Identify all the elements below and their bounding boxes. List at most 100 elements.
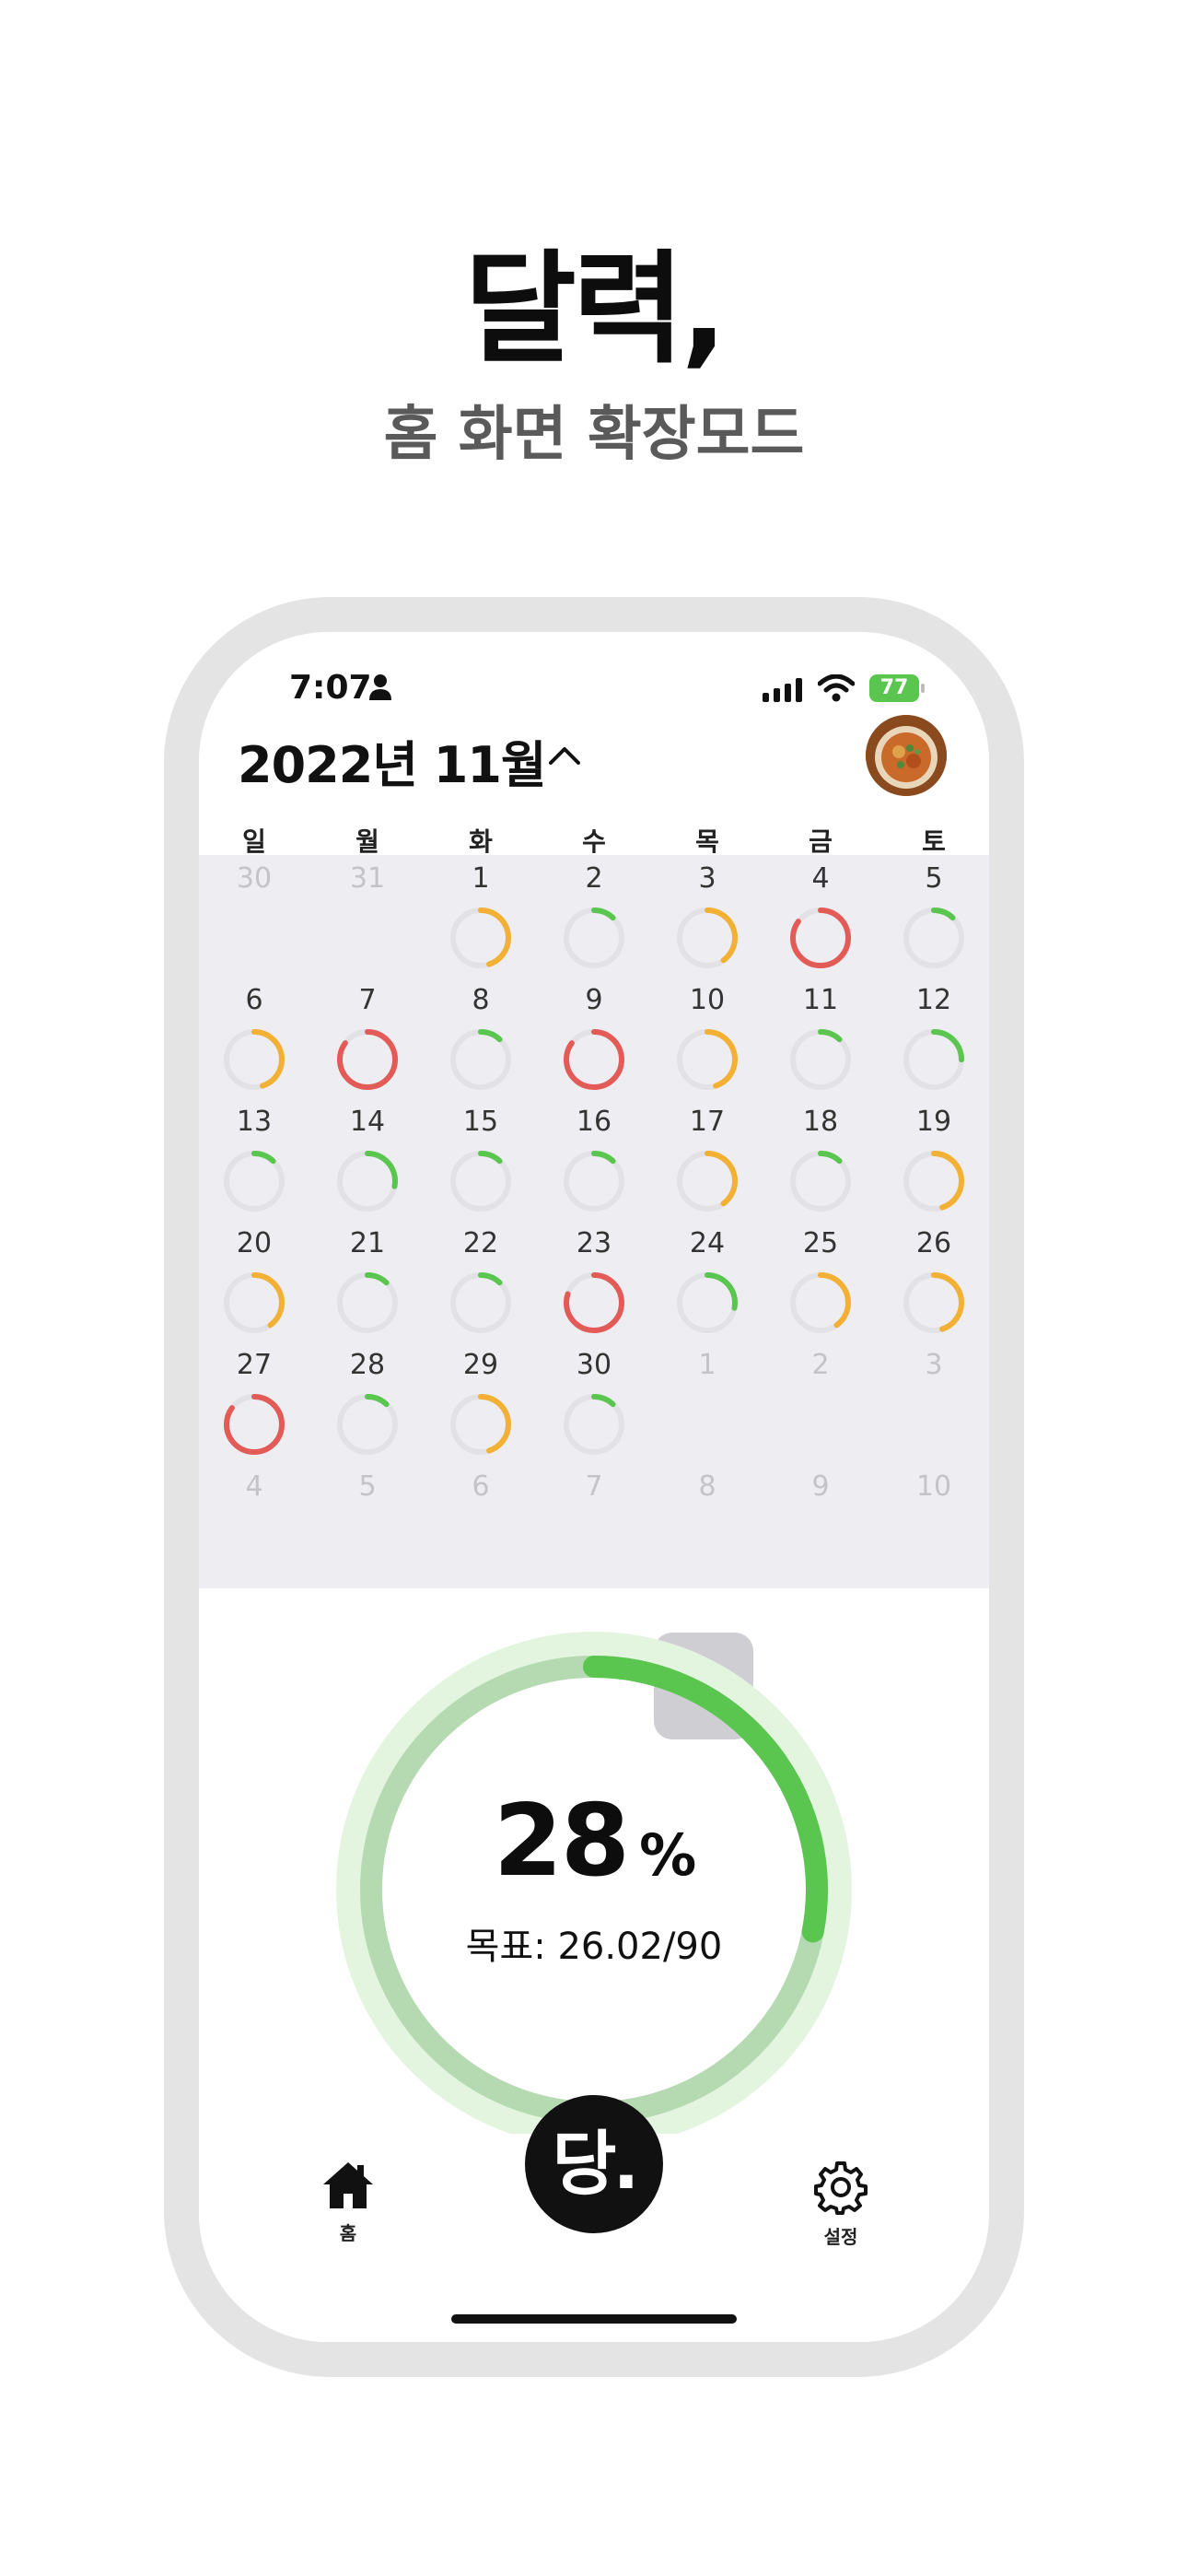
day-number: 8 bbox=[698, 1470, 716, 1503]
calendar-day[interactable]: 25 bbox=[765, 1227, 876, 1347]
calendar-day: 7 bbox=[539, 1470, 649, 1590]
weekday-label: 화 bbox=[469, 826, 493, 857]
day-number: 30 bbox=[236, 862, 273, 895]
calendar-day[interactable]: 17 bbox=[652, 1106, 763, 1225]
day-number: 26 bbox=[915, 1227, 952, 1259]
calendar-day[interactable]: 14 bbox=[312, 1106, 423, 1225]
day-progress-ring bbox=[790, 1272, 851, 1333]
profile-avatar[interactable] bbox=[866, 715, 947, 796]
calendar-day[interactable]: 8 bbox=[425, 984, 536, 1104]
day-number: 20 bbox=[236, 1227, 273, 1259]
day-number: 15 bbox=[462, 1106, 499, 1138]
calendar-day[interactable]: 19 bbox=[879, 1106, 989, 1225]
day-progress-ring bbox=[903, 1151, 964, 1212]
weekday-label: 토 bbox=[922, 826, 946, 857]
calendar-day[interactable]: 10 bbox=[652, 984, 763, 1104]
day-number: 6 bbox=[245, 984, 263, 1016]
calendar-day: 9 bbox=[765, 1470, 876, 1590]
home-indicator[interactable] bbox=[451, 2314, 737, 2324]
battery-cap bbox=[921, 684, 925, 693]
day-progress-ring bbox=[450, 1394, 511, 1455]
wifi-icon bbox=[818, 674, 855, 702]
day-number: 2 bbox=[585, 862, 603, 895]
day-progress-ring bbox=[790, 907, 851, 968]
weekday-label: 수 bbox=[582, 826, 606, 857]
calendar-day[interactable]: 22 bbox=[425, 1227, 536, 1347]
day-number: 7 bbox=[585, 1470, 603, 1503]
month-header[interactable]: 2022년 11월 bbox=[238, 724, 580, 798]
promo-subtitle: 홈 화면 확장모드 bbox=[383, 401, 805, 469]
calendar-day: 6 bbox=[425, 1470, 536, 1590]
day-number: 30 bbox=[576, 1349, 612, 1381]
calendar-day[interactable]: 28 bbox=[312, 1349, 423, 1469]
calendar-day[interactable]: 26 bbox=[879, 1227, 989, 1347]
calendar-day[interactable]: 16 bbox=[539, 1106, 649, 1225]
progress-unit: % bbox=[639, 1821, 696, 1889]
weekday-label: 목 bbox=[695, 826, 719, 857]
progress-goal: 목표: 26.02/90 bbox=[465, 1926, 723, 1968]
day-number: 2 bbox=[811, 1349, 830, 1381]
day-progress-ring bbox=[337, 1394, 398, 1455]
tab-settings[interactable]: 설정 bbox=[786, 2160, 896, 2249]
day-progress-ring bbox=[790, 1151, 851, 1212]
day-number: 1 bbox=[698, 1349, 716, 1381]
day-number: 11 bbox=[802, 984, 839, 1016]
calendar-day: 3 bbox=[879, 1349, 989, 1469]
calendar-day[interactable]: 18 bbox=[765, 1106, 876, 1225]
day-number: 14 bbox=[349, 1106, 386, 1138]
person-icon bbox=[369, 674, 391, 700]
calendar-day[interactable]: 1 bbox=[425, 862, 536, 982]
month-title[interactable]: 2022년 11월 bbox=[238, 736, 547, 794]
day-progress-ring bbox=[677, 1151, 738, 1212]
calendar-day[interactable]: 23 bbox=[539, 1227, 649, 1347]
day-number: 23 bbox=[576, 1227, 612, 1259]
calendar-day[interactable]: 9 bbox=[539, 984, 649, 1104]
tab-home[interactable]: 홈 bbox=[293, 2160, 403, 2245]
day-progress-ring bbox=[903, 907, 964, 968]
calendar-day[interactable]: 2 bbox=[539, 862, 649, 982]
day-number: 17 bbox=[689, 1106, 726, 1138]
status-bar: 7:07 77 bbox=[199, 669, 989, 724]
day-number: 29 bbox=[462, 1349, 499, 1381]
day-progress-ring bbox=[677, 907, 738, 968]
day-number: 27 bbox=[236, 1349, 273, 1381]
calendar-day[interactable]: 12 bbox=[879, 984, 989, 1104]
day-number: 10 bbox=[915, 1470, 952, 1503]
calendar-day: 10 bbox=[879, 1470, 989, 1590]
calendar-day[interactable]: 27 bbox=[199, 1349, 309, 1469]
calendar-day[interactable]: 21 bbox=[312, 1227, 423, 1347]
calendar-day[interactable]: 24 bbox=[652, 1227, 763, 1347]
weekday-header: 일 월 화 수 목 금 토 bbox=[199, 822, 989, 859]
day-progress-ring bbox=[224, 1029, 285, 1090]
weekday-label: 일 bbox=[242, 826, 266, 857]
day-number: 5 bbox=[925, 862, 943, 895]
day-progress-ring bbox=[337, 1151, 398, 1212]
day-progress-ring bbox=[564, 907, 624, 968]
calendar-day[interactable]: 13 bbox=[199, 1106, 309, 1225]
calendar-day[interactable]: 20 bbox=[199, 1227, 309, 1347]
calendar-day[interactable]: 11 bbox=[765, 984, 876, 1104]
day-number: 28 bbox=[349, 1349, 386, 1381]
day-number: 7 bbox=[358, 984, 377, 1016]
chevron-up-icon[interactable] bbox=[547, 744, 582, 767]
calendar-day: 4 bbox=[199, 1470, 309, 1590]
center-action-button[interactable]: 당. bbox=[525, 2095, 663, 2233]
weekday-label: 금 bbox=[809, 826, 833, 857]
tab-settings-label: 설정 bbox=[823, 2226, 858, 2248]
day-progress-ring bbox=[450, 1151, 511, 1212]
day-number: 16 bbox=[576, 1106, 612, 1138]
day-number: 3 bbox=[925, 1349, 943, 1381]
calendar-day[interactable]: 7 bbox=[312, 984, 423, 1104]
day-number: 3 bbox=[698, 862, 716, 895]
calendar-day[interactable]: 4 bbox=[765, 862, 876, 982]
day-progress-ring bbox=[903, 1029, 964, 1090]
day-progress-ring bbox=[337, 1272, 398, 1333]
calendar-day[interactable]: 6 bbox=[199, 984, 309, 1104]
calendar-day[interactable]: 15 bbox=[425, 1106, 536, 1225]
calendar-day: 8 bbox=[652, 1470, 763, 1590]
calendar-day[interactable]: 3 bbox=[652, 862, 763, 982]
calendar-day[interactable]: 30 bbox=[539, 1349, 649, 1469]
calendar-day[interactable]: 5 bbox=[879, 862, 989, 982]
day-progress-ring bbox=[450, 1029, 511, 1090]
calendar-day[interactable]: 29 bbox=[425, 1349, 536, 1469]
